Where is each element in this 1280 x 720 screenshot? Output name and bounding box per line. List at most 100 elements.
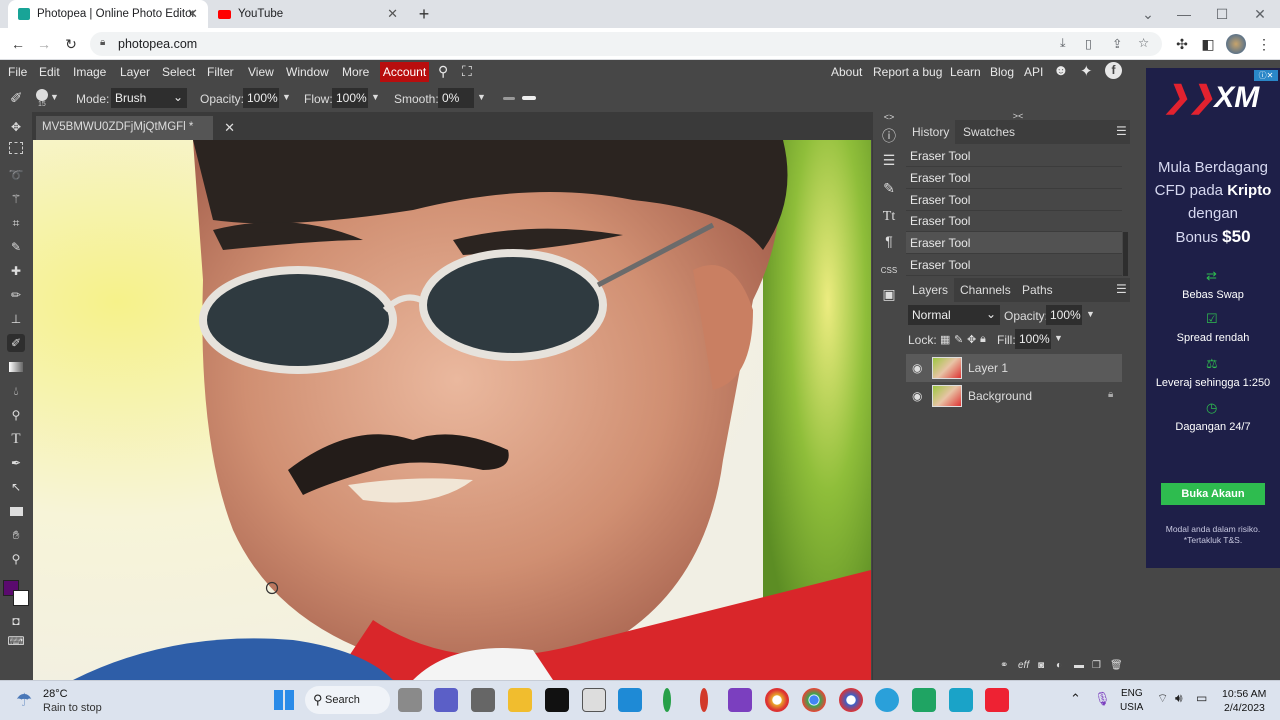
info-icon[interactable]: ⓘ: [879, 126, 899, 146]
language-line2[interactable]: USIA: [1120, 702, 1143, 713]
type-tool-icon[interactable]: T: [7, 430, 25, 448]
lock-position-icon[interactable]: ✥: [967, 333, 976, 346]
layer-mask-icon[interactable]: ◙: [1038, 660, 1044, 671]
visibility-eye-icon[interactable]: ◉: [912, 361, 922, 375]
battery-icon[interactable]: ▭: [1196, 691, 1207, 705]
quick-mask-icon[interactable]: ◘: [7, 612, 25, 630]
menu-image[interactable]: Image: [73, 65, 106, 79]
history-item[interactable]: Eraser Tool: [906, 210, 1122, 232]
link-learn[interactable]: Learn: [950, 65, 981, 79]
volume-icon[interactable]: 🔊︎: [1175, 691, 1183, 706]
file-explorer-icon[interactable]: [508, 688, 532, 712]
tab-channels[interactable]: Channels: [960, 283, 1011, 297]
task-view-icon[interactable]: [398, 688, 422, 712]
magic-wand-tool-icon[interactable]: ⚚: [7, 190, 25, 208]
history-item[interactable]: Eraser Tool: [906, 145, 1122, 167]
install-icon[interactable]: ⤓: [1060, 36, 1066, 51]
shape-tool-icon[interactable]: [7, 502, 25, 520]
marquee-tool-icon[interactable]: [9, 142, 23, 154]
back-icon[interactable]: ←: [8, 34, 28, 54]
share-icon[interactable]: ⇪: [1112, 36, 1122, 51]
lock-all-icon[interactable]: 🔒︎: [980, 333, 986, 346]
fill-dropdown-icon[interactable]: ▼: [1054, 333, 1063, 343]
history-item[interactable]: Eraser Tool: [906, 232, 1122, 254]
chevron-down-icon[interactable]: ⌄: [1138, 4, 1158, 24]
flow-input[interactable]: 100%: [332, 88, 368, 108]
app-teal-icon[interactable]: [949, 688, 973, 712]
vscode-icon[interactable]: [618, 688, 642, 712]
history-item[interactable]: Eraser Tool: [906, 189, 1122, 211]
collapse-panel-icon[interactable]: <>: [881, 112, 897, 122]
document-tab[interactable]: MV5BMWU0ZDFjMjQtMGFl * ✕: [36, 116, 235, 140]
clock-time[interactable]: 10:56 AM: [1222, 688, 1266, 700]
delete-layer-icon[interactable]: 🗑︎: [1110, 660, 1123, 671]
link-report-bug[interactable]: Report a bug: [873, 65, 942, 79]
menu-more[interactable]: More: [342, 65, 369, 79]
account-button[interactable]: Account: [380, 62, 429, 82]
blend-mode-select[interactable]: Normal ⌄: [908, 305, 1000, 325]
brush-preview-icon[interactable]: [36, 89, 48, 101]
menu-filter[interactable]: Filter: [207, 65, 234, 79]
brush-settings-icon[interactable]: ✎: [879, 178, 899, 198]
effects-label[interactable]: eff: [1018, 660, 1029, 671]
visual-studio-icon[interactable]: [728, 688, 752, 712]
image-icon[interactable]: ▣: [879, 284, 899, 304]
tab-layers[interactable]: Layers: [906, 278, 955, 302]
weather-icon[interactable]: ☂: [16, 690, 32, 711]
menu-edit[interactable]: Edit: [39, 65, 60, 79]
close-tab-icon[interactable]: ✕: [187, 6, 198, 22]
panel-menu-icon[interactable]: ☰: [1116, 282, 1127, 296]
layer-row-layer-1[interactable]: ◉ Layer 1: [906, 354, 1122, 382]
mode-select[interactable]: Brush ⌄: [111, 88, 187, 108]
menu-select[interactable]: Select: [162, 65, 195, 79]
move-tool-icon[interactable]: ✥: [7, 118, 25, 136]
tab-paths[interactable]: Paths: [1022, 283, 1053, 297]
hand-tool-icon[interactable]: ✋︎: [7, 526, 25, 544]
gradient-tool-icon[interactable]: [7, 358, 25, 376]
clock-date[interactable]: 2/4/2023: [1224, 702, 1265, 714]
star-icon[interactable]: ☆: [1138, 35, 1149, 50]
microphone-icon[interactable]: 🎙︎: [1094, 691, 1111, 707]
eraser-tool-icon[interactable]: ✐: [7, 334, 25, 352]
crop-tool-icon[interactable]: ⌗: [7, 214, 25, 232]
show-hidden-icon[interactable]: ⌃: [1070, 691, 1081, 707]
screen-mode-icon[interactable]: ⌨: [7, 632, 25, 650]
page-icon[interactable]: ▯: [1085, 36, 1092, 51]
pressure-opacity-icon[interactable]: [503, 97, 515, 100]
forward-icon[interactable]: →: [34, 34, 54, 54]
flow-dropdown-icon[interactable]: ▼: [371, 92, 380, 102]
search-icon[interactable]: ⚲: [438, 63, 448, 80]
pressure-size-icon[interactable]: [522, 96, 536, 100]
link-about[interactable]: About: [831, 65, 862, 79]
adjustment-layer-icon[interactable]: ◐: [1056, 660, 1062, 671]
reload-icon[interactable]: ↻: [61, 34, 81, 54]
menu-layer[interactable]: Layer: [120, 65, 150, 79]
minimize-icon[interactable]: —: [1174, 4, 1194, 24]
zoom-tool-icon[interactable]: ⚲: [7, 550, 25, 568]
eraser-preset-icon[interactable]: ✐: [10, 89, 23, 107]
tab-history[interactable]: History: [906, 120, 956, 144]
lock-transparency-icon[interactable]: ▦: [940, 333, 950, 346]
layer-row-background[interactable]: ◉ Background 🔒︎: [906, 382, 1122, 410]
menu-window[interactable]: Window: [286, 65, 329, 79]
fill-input[interactable]: 100%: [1015, 329, 1051, 349]
close-window-icon[interactable]: ✕: [1250, 4, 1270, 24]
sheets-icon[interactable]: [912, 688, 936, 712]
link-blog[interactable]: Blog: [990, 65, 1014, 79]
profile-avatar[interactable]: [1226, 34, 1246, 54]
brush-tool-icon[interactable]: ✏: [7, 286, 25, 304]
app-red-icon[interactable]: [700, 688, 708, 712]
language-line1[interactable]: ENG: [1121, 688, 1143, 699]
maximize-icon[interactable]: ☐: [1212, 4, 1232, 24]
weather-desc[interactable]: Rain to stop: [43, 702, 102, 714]
chrome-canary-icon[interactable]: [765, 688, 789, 712]
lock-pixels-icon[interactable]: ✎: [954, 333, 963, 346]
menu-file[interactable]: File: [8, 65, 27, 79]
css-icon[interactable]: CSS: [879, 260, 899, 280]
facebook-icon[interactable]: f: [1105, 62, 1122, 79]
menu-view[interactable]: View: [248, 65, 274, 79]
link-api[interactable]: API: [1024, 65, 1043, 79]
history-item[interactable]: Eraser Tool: [906, 254, 1122, 276]
paragraph-icon[interactable]: ¶: [879, 231, 899, 251]
lasso-tool-icon[interactable]: ➰: [7, 166, 25, 184]
